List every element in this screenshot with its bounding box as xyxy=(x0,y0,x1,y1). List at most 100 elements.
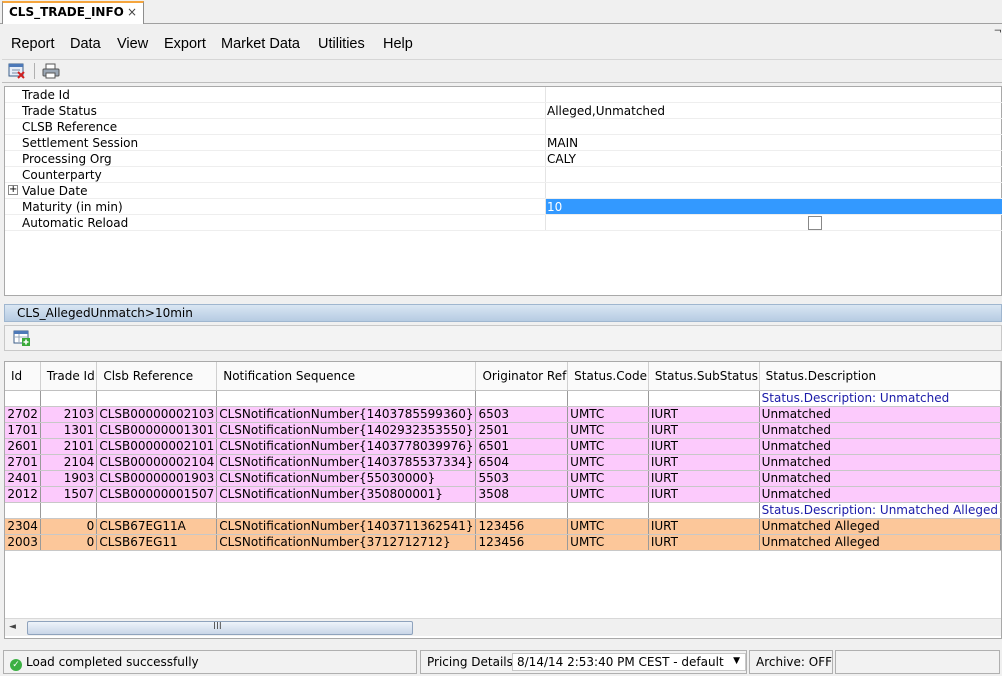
menu-bar: Report Data View Export Market Data Util… xyxy=(0,33,1002,57)
column-header-trade-id[interactable]: Trade Id xyxy=(40,362,98,391)
cell-status-code: UMTC xyxy=(567,518,649,535)
cell-status-code: UMTC xyxy=(567,454,649,471)
cell-id: 1701 xyxy=(5,422,41,439)
close-icon[interactable]: × xyxy=(127,5,137,19)
column-header-status-description[interactable]: Status.Description xyxy=(759,362,1001,391)
group-empty-cell xyxy=(567,502,649,519)
cell-id: 2701 xyxy=(5,454,41,471)
param-label: Trade Status xyxy=(22,104,97,118)
table-row[interactable]: 2003 0 CLSB67EG11 CLSNotificationNumber{371… xyxy=(5,534,1001,551)
param-row-trade-status: Trade Status Alleged,Unmatched xyxy=(5,103,1002,119)
param-label: Counterparty xyxy=(22,168,102,182)
menu-help[interactable]: Help xyxy=(383,36,413,52)
maturity-field[interactable]: 10 xyxy=(545,199,1002,214)
cell-trade-id: 2101 xyxy=(40,438,98,455)
print-icon[interactable] xyxy=(42,62,62,80)
cell-status-code: UMTC xyxy=(567,422,649,439)
trade-status-field[interactable]: Alleged,Unmatched xyxy=(545,103,1002,118)
cell-clsb-reference: CLSB00000002103 xyxy=(96,406,218,423)
status-message: Load completed successfully xyxy=(26,655,199,669)
cell-clsb-reference: CLSB00000002104 xyxy=(96,454,218,471)
results-table: Id Trade Id Clsb Reference Notification Seq… xyxy=(5,362,1001,551)
menu-report[interactable]: Report xyxy=(11,36,55,52)
column-header-status-code[interactable]: Status.Code xyxy=(567,362,649,391)
automatic-reload-checkbox[interactable] xyxy=(808,216,822,230)
clsb-reference-field[interactable] xyxy=(545,119,1002,134)
cell-notification-sequence: CLSNotificationNumber{1403785537334} xyxy=(216,454,477,471)
counterparty-field[interactable] xyxy=(545,167,1002,182)
group-header-row[interactable]: Status.Description: Unmatched Alleged xyxy=(5,502,1001,519)
report-parameters-panel: Trade Id Trade Status Alleged,Unmatched … xyxy=(4,86,1002,296)
cell-trade-id: 2104 xyxy=(40,454,98,471)
column-header-clsb-reference[interactable]: Clsb Reference xyxy=(96,362,218,391)
cell-status-description: Unmatched xyxy=(759,406,1001,423)
group-header-row[interactable]: Status.Description: Unmatched xyxy=(5,390,1001,407)
column-header-status-substatus[interactable]: Status.SubStatus xyxy=(648,362,760,391)
status-extra-box xyxy=(835,650,1000,674)
document-tab-title: CLS_TRADE_INFO xyxy=(9,5,124,19)
cell-status-description: Unmatched Alleged xyxy=(759,518,1001,535)
cell-id: 2012 xyxy=(5,486,41,503)
settlement-session-field[interactable]: MAIN xyxy=(545,135,1002,150)
expand-icon[interactable]: + xyxy=(8,185,18,195)
param-label: Automatic Reload xyxy=(22,216,129,230)
menu-export[interactable]: Export xyxy=(164,36,206,52)
archive-status-box: Archive: OFF xyxy=(749,650,833,674)
scroll-left-icon[interactable]: ◄ xyxy=(9,622,16,632)
table-row[interactable]: 1701 1301 CLSB00000001301 CLSNotificationNu… xyxy=(5,422,1001,439)
processing-org-field[interactable]: CALY xyxy=(545,151,1002,166)
cell-trade-id: 1301 xyxy=(40,422,98,439)
report-toolbar xyxy=(4,325,1002,351)
table-row[interactable]: 2601 2101 CLSB00000002101 CLSNotificationNu… xyxy=(5,438,1001,455)
toolbar-separator xyxy=(34,63,35,79)
param-row-automatic-reload: Automatic Reload xyxy=(5,215,1002,231)
add-to-sheet-icon[interactable] xyxy=(13,329,33,347)
scrollbar-thumb[interactable]: III xyxy=(27,621,413,635)
pricing-details-select[interactable]: 8/14/14 2:53:40 PM CEST - default ▼ xyxy=(512,653,746,671)
chevron-down-icon: ▼ xyxy=(733,656,740,666)
param-row-maturity: Maturity (in min) 10 xyxy=(5,199,1002,215)
cell-status-substatus: IURT xyxy=(648,470,760,487)
menu-market-data[interactable]: Market Data xyxy=(221,36,300,52)
table-row[interactable]: 2702 2103 CLSB00000002103 CLSNotificationNu… xyxy=(5,406,1001,423)
cell-notification-sequence: CLSNotificationNumber{55030000} xyxy=(216,470,477,487)
column-header-notification-sequence[interactable]: Notification Sequence xyxy=(216,362,477,391)
cell-originator-ref: 6504 xyxy=(475,454,569,471)
document-tab-bar: CLS_TRADE_INFO × xyxy=(0,0,1002,24)
table-row[interactable]: 2012 1507 CLSB00000001507 CLSNotificationNu… xyxy=(5,486,1001,503)
param-label: CLSB Reference xyxy=(22,120,118,134)
menu-view[interactable]: View xyxy=(117,36,148,52)
cell-originator-ref: 6503 xyxy=(475,406,569,423)
group-label: Status.Description: Unmatched Alleged xyxy=(759,502,1001,519)
group-empty-cell xyxy=(216,390,477,407)
cell-status-code: UMTC xyxy=(567,470,649,487)
param-row-trade-id: Trade Id xyxy=(5,87,1002,103)
cell-status-substatus: IURT xyxy=(648,486,760,503)
document-tab[interactable]: CLS_TRADE_INFO × xyxy=(2,1,144,24)
table-row[interactable]: 2401 1903 CLSB00000001903 CLSNotificationNu… xyxy=(5,470,1001,487)
column-header-originator-ref[interactable]: Originator Ref xyxy=(475,362,569,391)
trade-id-field[interactable] xyxy=(545,87,1002,102)
pricing-details-value: 8/14/14 2:53:40 PM CEST - default xyxy=(517,655,724,669)
cell-status-substatus: IURT xyxy=(648,422,760,439)
cell-notification-sequence: CLSNotificationNumber{1402932353550} xyxy=(216,422,477,439)
clear-report-icon[interactable] xyxy=(8,62,28,80)
cell-trade-id: 1903 xyxy=(40,470,98,487)
group-empty-cell xyxy=(475,390,569,407)
column-header-id[interactable]: Id xyxy=(5,362,41,391)
success-icon: ✓ xyxy=(10,659,22,671)
cell-status-substatus: IURT xyxy=(648,438,760,455)
group-empty-cell xyxy=(567,390,649,407)
table-row[interactable]: 2304 0 CLSB67EG11A CLSNotificationNumber{14… xyxy=(5,518,1001,535)
menu-utilities[interactable]: Utilities xyxy=(318,36,365,52)
value-date-field[interactable] xyxy=(545,183,1002,198)
cell-originator-ref: 5503 xyxy=(475,470,569,487)
horizontal-scrollbar[interactable]: ◄ III xyxy=(5,618,1001,636)
menu-data[interactable]: Data xyxy=(70,36,101,52)
param-label: Trade Id xyxy=(22,88,70,102)
cell-clsb-reference: CLSB00000001301 xyxy=(96,422,218,439)
param-label: Maturity (in min) xyxy=(22,200,123,214)
table-row[interactable]: 2701 2104 CLSB00000002104 CLSNotificationNu… xyxy=(5,454,1001,471)
param-label: Processing Org xyxy=(22,152,112,166)
group-empty-cell xyxy=(96,502,218,519)
